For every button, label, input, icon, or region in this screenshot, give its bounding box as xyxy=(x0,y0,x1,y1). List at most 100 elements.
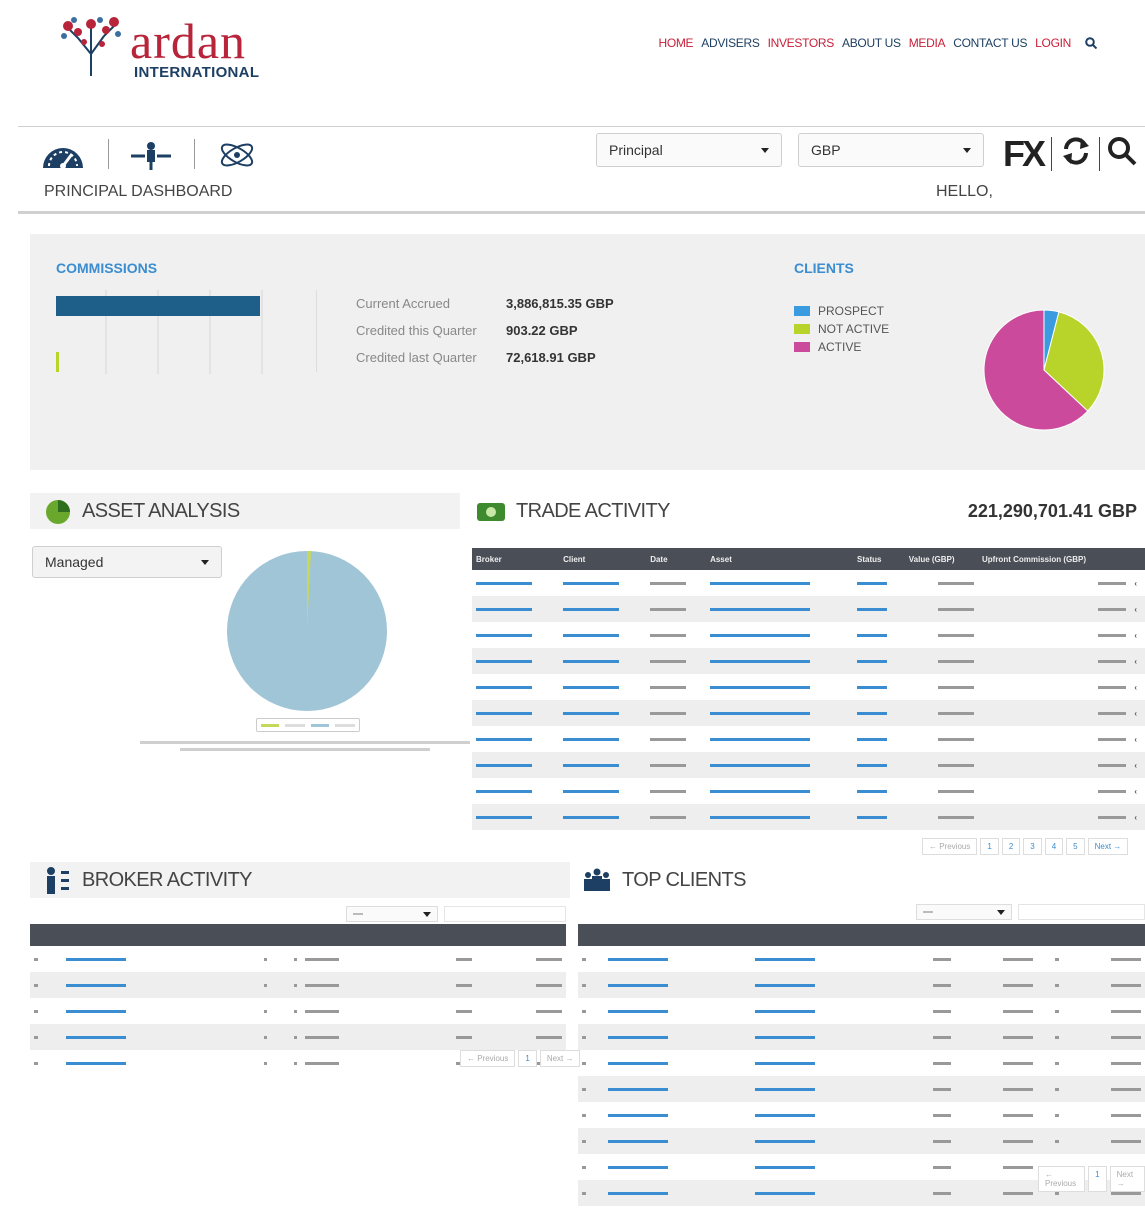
table-cell[interactable] xyxy=(472,648,560,674)
next-page-button[interactable]: Next → xyxy=(1109,1166,1145,1192)
table-row[interactable]: ‹ xyxy=(472,700,1145,726)
table-cell[interactable] xyxy=(853,700,905,726)
table-cell[interactable] xyxy=(559,752,647,778)
table-cell[interactable] xyxy=(61,972,243,998)
next-page-button[interactable]: Next → xyxy=(1087,838,1129,855)
asset-type-select[interactable]: Managed xyxy=(32,546,222,578)
table-cell[interactable] xyxy=(559,674,646,700)
table-cell[interactable] xyxy=(559,804,647,830)
table-cell[interactable] xyxy=(62,946,242,972)
table-cell[interactable] xyxy=(853,570,905,596)
column-header[interactable] xyxy=(1062,924,1145,946)
table-cell[interactable] xyxy=(604,1050,751,1076)
table-cell[interactable] xyxy=(472,804,560,830)
chevron-left-icon[interactable]: ‹ xyxy=(1130,674,1145,700)
column-header[interactable] xyxy=(475,924,566,946)
table-cell[interactable] xyxy=(853,622,905,648)
table-cell[interactable] xyxy=(853,596,905,622)
column-header[interactable] xyxy=(242,924,272,946)
table-cell[interactable] xyxy=(853,674,905,700)
table-cell[interactable] xyxy=(604,1102,751,1128)
search-icon[interactable] xyxy=(1104,135,1140,167)
table-cell[interactable] xyxy=(472,726,559,752)
nav-home[interactable]: HOME xyxy=(658,36,693,50)
table-cell[interactable] xyxy=(603,1024,752,1050)
table-cell[interactable] xyxy=(559,648,647,674)
table-row[interactable] xyxy=(578,946,1145,972)
table-cell[interactable] xyxy=(559,778,646,804)
column-header[interactable] xyxy=(300,924,413,946)
table-row[interactable]: ‹ xyxy=(472,622,1145,648)
chevron-left-icon[interactable]: ‹ xyxy=(1130,596,1145,622)
table-cell[interactable] xyxy=(604,998,751,1024)
table-cell[interactable] xyxy=(559,570,646,596)
table-cell[interactable] xyxy=(603,972,752,998)
table-cell[interactable] xyxy=(706,674,853,700)
previous-page-button[interactable]: ← Previous xyxy=(1038,1166,1086,1192)
page-1-button[interactable]: 1 xyxy=(980,838,999,855)
broker-search-input[interactable] xyxy=(444,906,566,922)
table-cell[interactable] xyxy=(751,1024,899,1050)
column-header[interactable] xyxy=(30,924,62,946)
table-cell[interactable] xyxy=(706,700,854,726)
table-cell[interactable] xyxy=(751,972,899,998)
page-1-button[interactable]: 1 xyxy=(1088,1166,1107,1192)
table-cell[interactable] xyxy=(751,1180,899,1206)
table-cell[interactable] xyxy=(559,596,647,622)
nav-search-icon[interactable] xyxy=(1085,37,1097,49)
table-row[interactable]: ‹ xyxy=(472,596,1145,622)
table-cell[interactable] xyxy=(604,946,751,972)
chevron-left-icon[interactable]: ‹ xyxy=(1130,700,1145,726)
column-header[interactable] xyxy=(578,924,604,946)
table-cell[interactable] xyxy=(603,1180,752,1206)
table-row[interactable]: ‹ xyxy=(472,726,1145,752)
table-row[interactable] xyxy=(30,946,566,972)
table-row[interactable] xyxy=(578,998,1145,1024)
role-select[interactable]: Principal xyxy=(596,133,782,167)
table-row[interactable]: ‹ xyxy=(472,570,1145,596)
table-cell[interactable] xyxy=(751,998,898,1024)
table-cell[interactable] xyxy=(604,1154,751,1180)
column-header[interactable]: Status xyxy=(853,548,905,570)
chevron-left-icon[interactable]: ‹ xyxy=(1130,622,1145,648)
table-row[interactable]: ‹ xyxy=(472,648,1145,674)
table-row[interactable] xyxy=(578,1128,1145,1154)
page-5-button[interactable]: 5 xyxy=(1066,838,1085,855)
column-header[interactable] xyxy=(271,924,301,946)
table-row[interactable] xyxy=(30,972,566,998)
currency-select[interactable]: GBP xyxy=(798,133,984,167)
table-cell[interactable] xyxy=(706,622,853,648)
table-cell[interactable] xyxy=(472,570,559,596)
column-header[interactable]: Client xyxy=(559,548,647,570)
nav-advisers[interactable]: ADVISERS xyxy=(701,36,760,50)
column-header[interactable] xyxy=(1036,924,1063,946)
page-3-button[interactable]: 3 xyxy=(1023,838,1042,855)
column-header[interactable]: Upfront Commission (GBP) xyxy=(977,548,1131,570)
table-row[interactable]: ‹ xyxy=(472,804,1145,830)
table-cell[interactable] xyxy=(751,946,898,972)
nav-login[interactable]: LOGIN xyxy=(1035,36,1071,50)
table-cell[interactable] xyxy=(559,726,646,752)
hierarchy-icon[interactable] xyxy=(128,139,174,171)
chevron-left-icon[interactable]: ‹ xyxy=(1130,648,1145,674)
table-cell[interactable] xyxy=(706,596,854,622)
chevron-left-icon[interactable]: ‹ xyxy=(1130,804,1145,830)
column-header[interactable]: Value (GBP) xyxy=(904,548,978,570)
network-icon[interactable] xyxy=(214,139,260,171)
nav-media[interactable]: MEDIA xyxy=(909,36,946,50)
nav-contact-us[interactable]: CONTACT US xyxy=(953,36,1027,50)
table-cell[interactable] xyxy=(751,1102,898,1128)
clients-search-input[interactable] xyxy=(1018,904,1145,920)
broker-page-size-select[interactable] xyxy=(346,906,438,922)
table-cell[interactable] xyxy=(62,1050,242,1076)
table-row[interactable]: ‹ xyxy=(472,674,1145,700)
column-header[interactable]: Broker xyxy=(472,548,560,570)
table-cell[interactable] xyxy=(853,726,905,752)
nav-about-us[interactable]: ABOUT US xyxy=(842,36,901,50)
column-header[interactable] xyxy=(954,924,1037,946)
column-header[interactable]: Asset xyxy=(706,548,854,570)
table-cell[interactable] xyxy=(472,596,560,622)
page-2-button[interactable]: 2 xyxy=(1001,838,1021,855)
table-cell[interactable] xyxy=(472,700,560,726)
chevron-left-icon[interactable]: ‹ xyxy=(1130,778,1145,804)
